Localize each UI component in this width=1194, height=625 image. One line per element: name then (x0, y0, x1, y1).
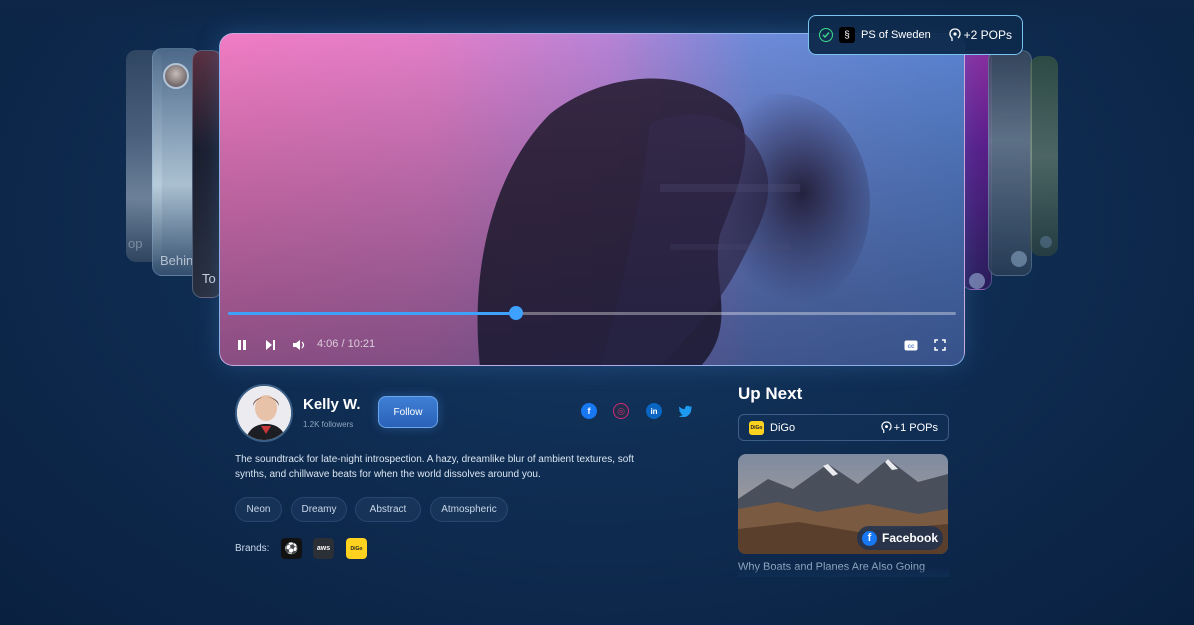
carousel-card-text: To (202, 271, 216, 286)
check-circle-icon (819, 28, 833, 42)
title-fade (738, 567, 950, 577)
volume-icon (293, 340, 305, 350)
pops-count: +1 POPs (893, 421, 938, 434)
instagram-icon[interactable]: ◎ (613, 403, 629, 419)
pops-icon (880, 421, 892, 433)
tag-dreamy[interactable]: Dreamy (291, 497, 347, 522)
progress-fill (228, 312, 516, 315)
play-icon[interactable] (1040, 236, 1052, 248)
pops-badge[interactable]: § PS of Sweden +2 POPs (808, 15, 1023, 55)
facebook-icon: f (862, 530, 877, 546)
volume-button[interactable] (292, 336, 306, 354)
tag-abstract[interactable]: Abstract (355, 497, 421, 522)
play-icon[interactable] (969, 273, 985, 289)
fullscreen-icon (934, 339, 946, 351)
tag-atmospheric[interactable]: Atmospheric (430, 497, 508, 522)
skip-next-button[interactable] (264, 336, 276, 354)
follower-count: 1.2K followers (303, 420, 354, 429)
facebook-icon[interactable]: f (581, 403, 597, 419)
up-next-brand-card[interactable]: DiGo DiGo +1 POPs (738, 414, 949, 441)
pops-icon (948, 28, 961, 41)
carousel-card-right-mid[interactable] (988, 50, 1032, 276)
brand-name: DiGo (770, 421, 796, 434)
digo-logo[interactable]: DiGo (346, 538, 367, 559)
twitter-icon[interactable] (678, 403, 694, 419)
progress-bar[interactable] (228, 306, 956, 320)
captions-button[interactable]: cc (904, 336, 918, 354)
svg-text:cc: cc (908, 344, 915, 350)
pause-icon (238, 340, 246, 350)
pill-label: Facebook (881, 531, 938, 545)
creator-avatar[interactable] (235, 384, 293, 442)
up-next-heading: Up Next (738, 384, 803, 403)
pops-count: +2 POPs (963, 28, 1012, 42)
follow-button[interactable]: Follow (378, 396, 438, 428)
tag-neon[interactable]: Neon (235, 497, 282, 522)
captions-icon: cc (904, 340, 918, 350)
digo-logo: DiGo (749, 420, 764, 435)
fullscreen-button[interactable] (934, 336, 946, 354)
avatar (163, 63, 189, 89)
progress-scrubber[interactable] (508, 306, 523, 320)
brands-label: Brands: (235, 543, 270, 554)
facebook-pill[interactable]: f Facebook (857, 526, 943, 550)
video-frame (220, 34, 964, 365)
video-player[interactable]: 4:06 / 10:21 cc (219, 33, 965, 366)
carousel-card-left-near[interactable]: To (192, 50, 222, 298)
soccer-brand-logo[interactable]: ⚽ (281, 538, 302, 559)
ps-of-sweden-logo: § (839, 27, 855, 43)
pause-button[interactable] (236, 336, 248, 354)
linkedin-icon[interactable]: in (646, 403, 662, 419)
skip-next-icon (266, 340, 275, 350)
time-display: 4:06 / 10:21 (317, 338, 376, 350)
carousel-card-text: op (128, 236, 143, 251)
play-icon[interactable] (1011, 251, 1027, 267)
video-description: The soundtrack for late-night introspect… (235, 454, 634, 480)
creator-name[interactable]: Kelly W. (303, 396, 361, 413)
brand-name: PS of Sweden (861, 29, 931, 41)
carousel-card-right-far[interactable] (1030, 56, 1058, 256)
aws-logo[interactable]: aws (313, 538, 334, 559)
